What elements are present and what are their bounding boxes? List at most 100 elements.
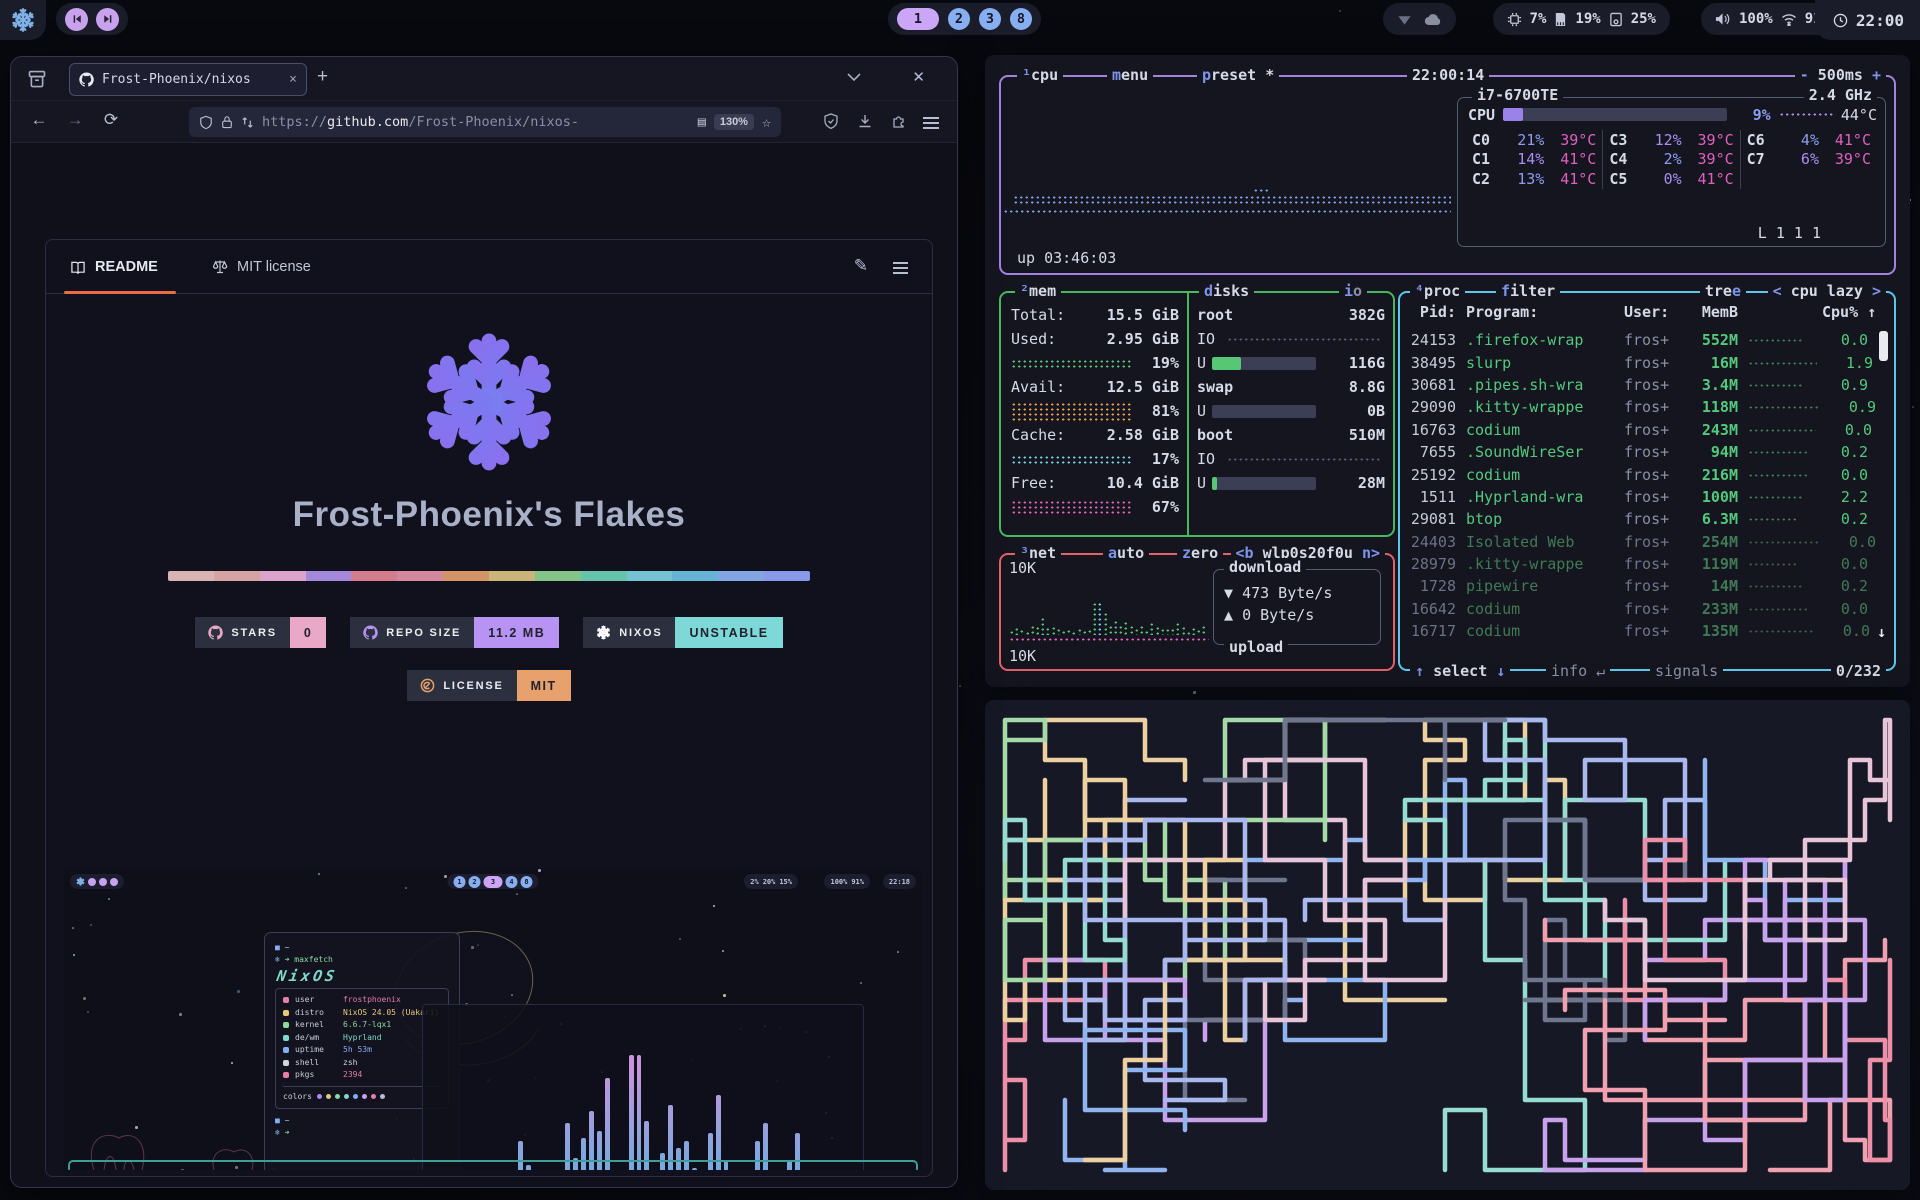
volume-level: 100%: [1739, 11, 1773, 27]
process-row[interactable]: 16642codiumfros+233M0.0: [1410, 598, 1868, 620]
disk-usage: 25%: [1631, 11, 1656, 27]
process-row[interactable]: 24153.firefox-wrapfros+552M0.0: [1410, 329, 1868, 351]
screenshot-bottom-window-edge: [68, 1160, 918, 1170]
badge-repo-size[interactable]: REPO SIZE11.2 MB: [350, 617, 559, 648]
proc-select-control[interactable]: ↑ select ↓: [1410, 662, 1510, 680]
window-close-button[interactable]: ✕: [912, 68, 925, 86]
outline-list-icon[interactable]: [893, 259, 908, 277]
mem-row: Avail:12.5 GiB: [1011, 375, 1179, 399]
media-next-button[interactable]: [96, 8, 119, 31]
star: [72, 927, 74, 929]
badge-label: REPO SIZE: [350, 617, 474, 648]
net-auto-button[interactable]: auto: [1103, 544, 1149, 562]
net-download-graph: [1144, 630, 1148, 635]
workspace-button-8[interactable]: 8: [1010, 8, 1032, 30]
fetch-row: uptime5h 53m: [283, 1044, 441, 1057]
process-row[interactable]: 16763codiumfros+243M0.0: [1410, 419, 1868, 441]
nixos-ascii-logo: NixOS: [276, 970, 450, 982]
process-row[interactable]: 29081btopfros+6.3M0.2: [1410, 508, 1868, 530]
new-tab-button[interactable]: +: [317, 66, 328, 88]
badge-license[interactable]: LICENSEMIT: [407, 670, 570, 701]
disk-stats: root382GIOU116Gswap8.8GU0Bboot510MIOU28M: [1197, 303, 1385, 495]
download-icon[interactable]: [857, 113, 873, 129]
core-row: C64%41°C: [1747, 130, 1871, 150]
process-row[interactable]: 30681.pipes.sh-wrafros+3.4M0.9: [1410, 374, 1868, 396]
clock[interactable]: 22:00: [1815, 0, 1920, 40]
process-row[interactable]: 1511.Hyprland-wrafros+100M2.2: [1410, 486, 1868, 508]
badge-nixos[interactable]: NIXOSUNSTABLE: [583, 617, 782, 648]
disk-io-row: IO: [1197, 447, 1385, 471]
workspace-button-8[interactable]: 8: [521, 876, 533, 888]
browser-tab[interactable]: Frost-Phoenix/nixos ×: [69, 63, 307, 96]
proc-sort-selector[interactable]: < cpu lazy >: [1768, 282, 1886, 300]
star: [237, 990, 240, 993]
reader-view-icon[interactable]: ▤: [698, 114, 706, 130]
mem-percent: 19%: [1139, 354, 1179, 372]
tab-readme[interactable]: README: [70, 240, 158, 294]
btop-preset-button[interactable]: preset *: [1197, 66, 1279, 84]
process-row[interactable]: 7655.SoundWireSerfros+94M0.2: [1410, 441, 1868, 463]
mem-percent: 17%: [1139, 450, 1179, 468]
star: [713, 905, 715, 907]
reload-button[interactable]: ⟳: [99, 110, 123, 130]
pipe: [1545, 920, 1845, 1170]
process-row[interactable]: 25192codiumfros+216M0.0: [1410, 463, 1868, 485]
process-row[interactable]: 38495slurpfros+16M1.9: [1410, 351, 1868, 373]
bookmark-star-icon[interactable]: ☆: [762, 113, 771, 131]
proc-filter-button[interactable]: filter: [1496, 282, 1560, 300]
rainbow-segment: [718, 571, 764, 581]
extensions-puzzle-icon[interactable]: [891, 113, 907, 129]
fetch-row: userfrostphoenix: [283, 994, 441, 1007]
workspace-button-4[interactable]: 4: [506, 876, 518, 888]
audio-visualizer: [422, 1004, 864, 1170]
workspace-button-2[interactable]: 2: [469, 876, 481, 888]
media-previous-button[interactable]: [65, 8, 88, 31]
menu-button[interactable]: [923, 114, 939, 132]
btop-interval-control[interactable]: - 500ms +: [1795, 66, 1886, 84]
lock-icon[interactable]: [221, 115, 233, 129]
tab-license[interactable]: MIT license: [212, 240, 311, 294]
chevron-down-icon[interactable]: [847, 73, 861, 82]
process-row[interactable]: 24403Isolated Webfros+254M0.0: [1410, 531, 1868, 553]
back-button[interactable]: ←: [27, 110, 51, 130]
tab-close-button[interactable]: ×: [289, 72, 297, 87]
proc-tree-button[interactable]: tree: [1700, 282, 1746, 300]
workspace-button-3[interactable]: 3: [979, 8, 1001, 30]
btop-menu-button[interactable]: menu: [1107, 66, 1153, 84]
edit-pencil-icon[interactable]: ✎: [854, 256, 868, 276]
workspace-button-3[interactable]: 3: [484, 876, 503, 888]
zoom-level-badge[interactable]: 130%: [714, 114, 754, 130]
process-row[interactable]: 1728pipewirefros+14M0.2: [1410, 575, 1868, 597]
proc-info-control[interactable]: info ↵: [1546, 662, 1610, 680]
workspace-button-1[interactable]: 1: [897, 8, 939, 30]
workspace-button-1[interactable]: 1: [454, 876, 466, 888]
shield-icon[interactable]: [199, 115, 213, 130]
btop-proc-box: ⁴proc filter tree < cpu lazy > Pid: Prog…: [1398, 291, 1896, 671]
archive-icon[interactable]: [27, 69, 47, 89]
net-download-graph: [1019, 629, 1023, 635]
process-row[interactable]: 16717codiumfros+135M0.0: [1410, 620, 1868, 642]
rainbow-segment: [672, 571, 718, 581]
protection-shield-icon[interactable]: [823, 113, 839, 130]
btop-cpu-box: ¹cpu menu preset * 22:00:14 - 500ms + up…: [999, 75, 1896, 275]
permissions-icon[interactable]: [241, 116, 254, 129]
proc-scrollbar[interactable]: [1879, 331, 1888, 361]
nixos-logo-button[interactable]: [0, 0, 46, 40]
core-column: C64%41°CC76%39°C: [1740, 130, 1877, 189]
badge-stars[interactable]: STARS0: [195, 617, 326, 648]
tab-title: Frost-Phoenix/nixos: [102, 72, 251, 87]
process-row[interactable]: 28979.kitty-wrappefros+119M0.0: [1410, 553, 1868, 575]
rainbow-segment: [764, 571, 810, 581]
pipes-art: [985, 700, 1910, 1190]
load-average: L 1 1 1: [1758, 224, 1821, 242]
net-download-graph: [1045, 627, 1049, 635]
clock-time: 22:00: [1856, 11, 1904, 30]
process-row[interactable]: 29090.kitty-wrappefros+118M0.9: [1410, 396, 1868, 418]
url-bar[interactable]: https://github.com/Frost-Phoenix/nixos- …: [189, 107, 781, 137]
workspace-button-2[interactable]: 2: [948, 8, 970, 30]
disk-used-row: U116G: [1197, 351, 1385, 375]
forward-button[interactable]: →: [63, 110, 87, 130]
proc-signals-control[interactable]: signals: [1650, 662, 1723, 680]
badge-value: 0: [290, 617, 326, 648]
net-zero-button[interactable]: zero: [1177, 544, 1223, 562]
